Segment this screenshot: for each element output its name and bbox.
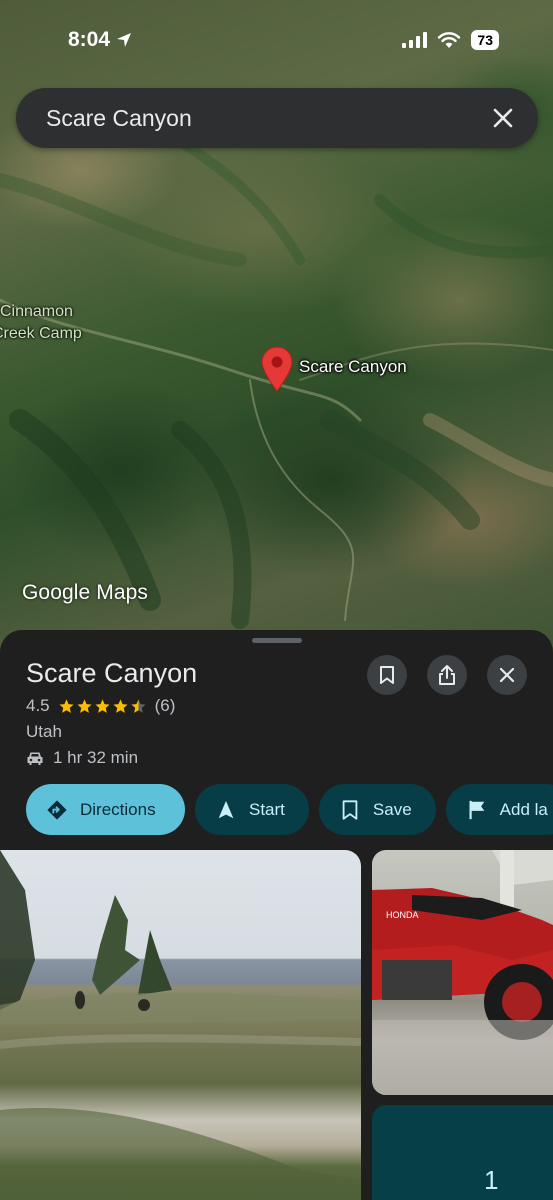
bookmark-icon — [342, 799, 358, 820]
google-maps-logo: Google Maps — [22, 581, 149, 604]
save-button[interactable]: Save — [318, 784, 436, 835]
close-icon — [499, 667, 515, 683]
share-icon — [439, 665, 455, 685]
drive-time: 1 hr 32 min — [53, 748, 139, 767]
review-count[interactable]: (6) — [155, 696, 176, 716]
cellular-signal-icon — [402, 32, 428, 48]
car-icon — [27, 752, 43, 765]
battery-icon: 73 — [471, 30, 499, 50]
drive-time-row: 1 hr 32 min — [26, 748, 138, 768]
place-region: Utah — [26, 722, 62, 741]
star-icon — [59, 698, 74, 713]
location-arrow-icon — [117, 33, 132, 47]
start-label: Start — [249, 799, 285, 819]
status-bar: 8:04 73 — [0, 0, 553, 80]
panel-text-fragment: 1 — [484, 1165, 499, 1195]
rating-value: 4.5 — [26, 696, 50, 715]
wifi-icon — [438, 31, 461, 48]
navigation-arrow-icon — [218, 800, 234, 818]
star-rating — [58, 698, 147, 715]
map-label-creek-camp[interactable]: Creek Camp — [0, 325, 82, 343]
directions-button[interactable]: Directions — [26, 784, 185, 835]
star-icon — [113, 698, 128, 713]
place-title: Scare Canyon — [26, 658, 198, 688]
add-label-label: Add la — [499, 799, 548, 819]
landscape-photo — [0, 850, 361, 1200]
save-bookmark-button[interactable] — [367, 655, 407, 695]
star-icon — [95, 698, 110, 713]
bookmark-icon — [380, 666, 394, 684]
atv-photo: HONDA — [372, 850, 553, 1095]
more-info-panel[interactable]: 1 — [372, 1105, 553, 1200]
time-text: 8:04 — [68, 28, 111, 51]
search-query[interactable]: Scare Canyon — [46, 105, 492, 132]
status-time: 8:04 — [68, 28, 132, 52]
place-photo-atv[interactable]: HONDA — [372, 850, 553, 1095]
add-label-button[interactable]: Add la — [445, 784, 553, 835]
pin-label: Scare Canyon — [299, 357, 407, 376]
start-button[interactable]: Start — [195, 784, 309, 835]
rating-row[interactable]: 4.5 (6) — [26, 696, 175, 716]
map-label-cinnamon[interactable]: Cinnamon — [0, 303, 73, 321]
share-button[interactable] — [427, 655, 467, 695]
save-label: Save — [372, 799, 412, 819]
map-view[interactable]: 8:04 73 Scare Canyon Cinnamon Creek Camp — [0, 0, 553, 660]
atv-brand-marking: HONDA — [386, 910, 419, 920]
search-bar[interactable]: Scare Canyon — [16, 88, 538, 148]
star-icon — [77, 698, 92, 713]
directions-icon — [47, 799, 67, 820]
place-sheet[interactable]: Scare Canyon 4.5 (6) Utah 1 hr 32 min Di… — [0, 630, 553, 1200]
directions-label: Directions — [80, 799, 156, 819]
place-photo-main[interactable] — [0, 850, 361, 1200]
flag-icon — [469, 800, 484, 819]
close-sheet-button[interactable] — [487, 655, 527, 695]
clear-search-icon[interactable] — [492, 107, 514, 129]
half-star-icon — [131, 698, 146, 713]
action-chips: Directions Start Save Add la — [26, 784, 553, 835]
location-pin-icon[interactable] — [258, 345, 296, 393]
sheet-drag-handle[interactable] — [252, 638, 302, 643]
battery-level: 73 — [477, 32, 493, 48]
